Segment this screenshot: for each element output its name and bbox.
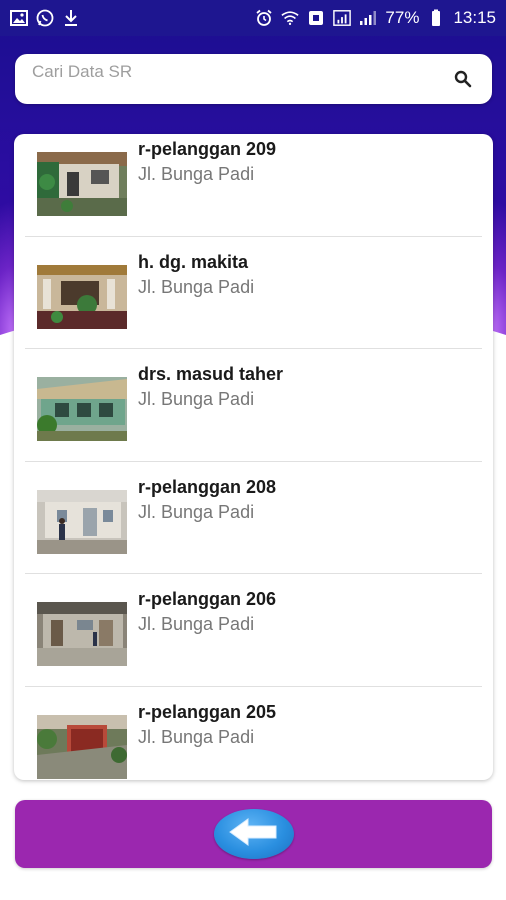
house-photo-thumbnail (37, 489, 127, 554)
list-item[interactable]: r-pelanggan 206 Jl. Bunga Padi (25, 574, 482, 687)
clock: 13:15 (453, 8, 496, 27)
customer-name: h. dg. makita (138, 251, 249, 272)
house-photo-thumbnail (37, 602, 127, 666)
search-input[interactable] (32, 62, 412, 82)
customer-name: r-pelanggan 206 (138, 589, 277, 609)
list-item[interactable]: drs. masud taher Jl. Bunga Padi (25, 349, 482, 462)
status-bar-left (10, 9, 80, 27)
search-bar (15, 54, 492, 104)
list-item[interactable]: h. dg. makita Jl. Bunga Padi (25, 237, 482, 349)
customer-name: drs. masud taher (138, 364, 284, 384)
customer-list: r-pelanggan 209 Jl. Bunga Padi h. dg. ma… (14, 134, 493, 780)
customer-name: r-pelanggan 209 (138, 139, 277, 159)
customer-name: r-pelanggan 208 (138, 476, 277, 497)
house-photo-thumbnail (37, 264, 127, 329)
list-item[interactable]: r-pelanggan 209 Jl. Bunga Padi (25, 134, 482, 237)
house-photo-thumbnail (37, 152, 127, 216)
bottom-bar (15, 800, 492, 868)
customer-address: Jl. Bunga Padi (138, 389, 255, 409)
house-photo-thumbnail (37, 377, 127, 441)
back-button[interactable] (213, 809, 294, 859)
status-bar: 77% 13:15 (0, 0, 506, 36)
customer-address: Jl. Bunga Padi (138, 614, 255, 634)
wifi-icon (281, 9, 300, 27)
whatsapp-icon (36, 9, 54, 27)
signal-icon (359, 9, 377, 27)
alarm-icon (255, 9, 273, 27)
customer-name: r-pelanggan 205 (138, 701, 277, 722)
customer-address: Jl. Bunga Padi (138, 164, 255, 184)
list-item[interactable]: r-pelanggan 205 Jl. Bunga Padi (25, 687, 482, 781)
arrow-left-icon (228, 817, 280, 852)
gallery-icon (10, 9, 28, 27)
sim-signal-icon (333, 9, 352, 27)
battery-percent: 77% (385, 8, 420, 27)
customer-address: Jl. Bunga Padi (138, 726, 255, 747)
battery-icon (427, 9, 445, 27)
status-bar-right: 77% 13:15 (255, 8, 496, 28)
customer-list-scroll[interactable]: r-pelanggan 209 Jl. Bunga Padi h. dg. ma… (14, 134, 493, 780)
customer-address: Jl. Bunga Padi (138, 501, 255, 522)
download-icon (62, 9, 80, 27)
data-saver-icon (307, 9, 325, 27)
house-photo-thumbnail (37, 714, 127, 779)
customer-address: Jl. Bunga Padi (138, 276, 255, 297)
list-item[interactable]: r-pelanggan 208 Jl. Bunga Padi (25, 462, 482, 574)
search-icon[interactable] (452, 68, 474, 90)
